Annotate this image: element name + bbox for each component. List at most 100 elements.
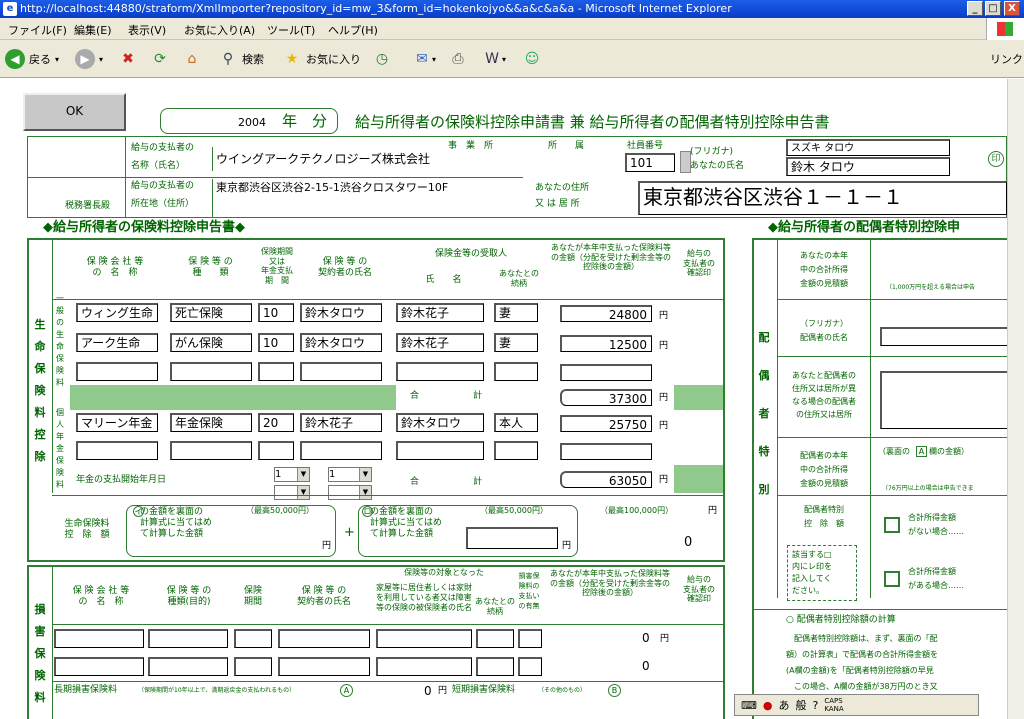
nl-row2-type[interactable]: [148, 657, 228, 676]
minimize-button[interactable]: _: [967, 1, 983, 16]
print-button[interactable]: ⎙: [448, 48, 468, 70]
pension-company[interactable]: マリーン年金: [76, 413, 158, 432]
ime-mode[interactable]: 般: [796, 697, 807, 713]
pension-holder[interactable]: 鈴木花子: [300, 413, 382, 432]
sp-name-input[interactable]: [880, 327, 1007, 346]
menu-view[interactable]: 表示(V): [128, 22, 166, 38]
sp-addr-input[interactable]: [880, 371, 1007, 429]
back-arrow-icon: ◀: [5, 49, 25, 69]
nl-row2-relation[interactable]: [476, 657, 514, 676]
nl-row1-type2[interactable]: [518, 629, 542, 648]
menu-edit[interactable]: 編集(E): [74, 22, 112, 38]
pension-total[interactable]: 63050: [560, 471, 652, 488]
messenger-button[interactable]: ☺: [522, 48, 542, 70]
nl-row2-holder[interactable]: [278, 657, 370, 676]
your-name-input[interactable]: 鈴木 タロウ: [786, 157, 950, 176]
your-address-input[interactable]: 東京都渋谷区渋谷１－１－１: [638, 181, 1007, 215]
opt2-checkbox[interactable]: [884, 571, 900, 587]
side-life-label: 生命保険料控除: [34, 318, 46, 463]
pension-amount[interactable]: 25750: [560, 415, 652, 432]
forward-button[interactable]: ▶ ▾: [75, 48, 103, 70]
pension2-recipient[interactable]: [396, 441, 484, 460]
row1-company[interactable]: ウィング生命: [76, 303, 158, 322]
history-button[interactable]: ◷: [372, 48, 392, 70]
menu-tools[interactable]: ツール(T): [267, 22, 315, 38]
vertical-scrollbar[interactable]: [1007, 79, 1024, 719]
pension-month2-select[interactable]: ▼: [274, 485, 310, 500]
emp-no-input[interactable]: 101: [625, 153, 675, 172]
row3-company[interactable]: [76, 362, 158, 381]
furigana-input[interactable]: スズキ タロウ: [786, 139, 950, 156]
nl-row1-type[interactable]: [148, 629, 228, 648]
row1-holder[interactable]: 鈴木タロウ: [300, 303, 382, 322]
row2-type[interactable]: がん保険: [170, 333, 252, 352]
menu-favorites[interactable]: お気に入り(A): [184, 22, 255, 38]
pension2-type[interactable]: [170, 441, 252, 460]
nl-row1-target[interactable]: [376, 629, 472, 648]
row2-relation[interactable]: 妻: [494, 333, 538, 352]
pension2-relation[interactable]: [494, 441, 538, 460]
row3-amount[interactable]: [560, 364, 652, 381]
close-button[interactable]: X: [1004, 1, 1020, 16]
row3-relation[interactable]: [494, 362, 538, 381]
pension2-company[interactable]: [76, 441, 158, 460]
ime-lang[interactable]: あ: [779, 697, 790, 713]
nl-row2-target[interactable]: [376, 657, 472, 676]
nl-row2-period[interactable]: [234, 657, 272, 676]
ime-icon[interactable]: ●: [763, 699, 773, 712]
row2-recipient[interactable]: 鈴木花子: [396, 333, 484, 352]
nl-row2-company[interactable]: [54, 657, 144, 676]
row1-yen: 円: [659, 311, 669, 321]
links-button[interactable]: リンク: [990, 48, 1023, 70]
back-button[interactable]: ◀ 戻る ▾: [5, 48, 59, 70]
pension-day-select[interactable]: 1 ▼: [328, 467, 372, 482]
ok-button[interactable]: OK: [23, 93, 126, 131]
pension-day2-select[interactable]: ▼: [328, 485, 372, 500]
edit-button[interactable]: W ▾: [482, 48, 506, 70]
menu-file[interactable]: ファイル(F): [8, 22, 67, 38]
deduct-b-input[interactable]: [466, 527, 558, 549]
pension-month-select[interactable]: 1 ▼: [274, 467, 310, 482]
home-button[interactable]: ⌂: [182, 48, 202, 70]
row1-recipient[interactable]: 鈴木花子: [396, 303, 484, 322]
search-button[interactable]: ⚲ 検索: [218, 48, 264, 70]
total-band-right: [674, 385, 723, 410]
stop-button[interactable]: ✖: [118, 48, 138, 70]
mail-button[interactable]: ✉ ▾: [412, 48, 436, 70]
nl-row1-company[interactable]: [54, 629, 144, 648]
row1-period[interactable]: 10: [258, 303, 294, 322]
pension-relation[interactable]: 本人: [494, 413, 538, 432]
refresh-button[interactable]: ⟳: [150, 48, 170, 70]
pension-period[interactable]: 20: [258, 413, 294, 432]
nl-row2-type2[interactable]: [518, 657, 542, 676]
row3-type[interactable]: [170, 362, 252, 381]
row2-period[interactable]: 10: [258, 333, 294, 352]
row3-period[interactable]: [258, 362, 294, 381]
pension2-amount[interactable]: [560, 443, 652, 460]
nl-row1-holder[interactable]: [278, 629, 370, 648]
row2-holder[interactable]: 鈴木タロウ: [300, 333, 382, 352]
help-icon[interactable]: ?: [813, 699, 819, 712]
pension2-period[interactable]: [258, 441, 294, 460]
row1-relation[interactable]: 妻: [494, 303, 538, 322]
payer-name[interactable]: ウイングアークテクノロジーズ株式会社: [212, 147, 460, 171]
general-total[interactable]: 37300: [560, 389, 652, 406]
menu-help[interactable]: ヘルプ(H): [328, 22, 378, 38]
nl-row1-relation[interactable]: [476, 629, 514, 648]
nl-row1-period[interactable]: [234, 629, 272, 648]
payer-address[interactable]: 東京都渋谷区渋谷2-15-1渋谷クロスタワー10F: [212, 179, 522, 217]
pension-recipient[interactable]: 鈴木タロウ: [396, 413, 484, 432]
pension2-holder[interactable]: [300, 441, 382, 460]
row1-amount[interactable]: 24800: [560, 305, 652, 322]
opt1-checkbox[interactable]: [884, 517, 900, 533]
row3-recipient[interactable]: [396, 362, 484, 381]
pension-type[interactable]: 年金保険: [170, 413, 252, 432]
row1-type[interactable]: 死亡保険: [170, 303, 252, 322]
row3-holder[interactable]: [300, 362, 382, 381]
ime-toolbar[interactable]: ⌨ ● あ 般 ? CAPS KANA: [734, 694, 979, 716]
keyboard-icon[interactable]: ⌨: [741, 699, 757, 712]
row2-company[interactable]: アーク生命: [76, 333, 158, 352]
row2-amount[interactable]: 12500: [560, 335, 652, 352]
favorites-button[interactable]: ★ お気に入り: [282, 48, 361, 70]
maximize-button[interactable]: □: [985, 1, 1001, 16]
